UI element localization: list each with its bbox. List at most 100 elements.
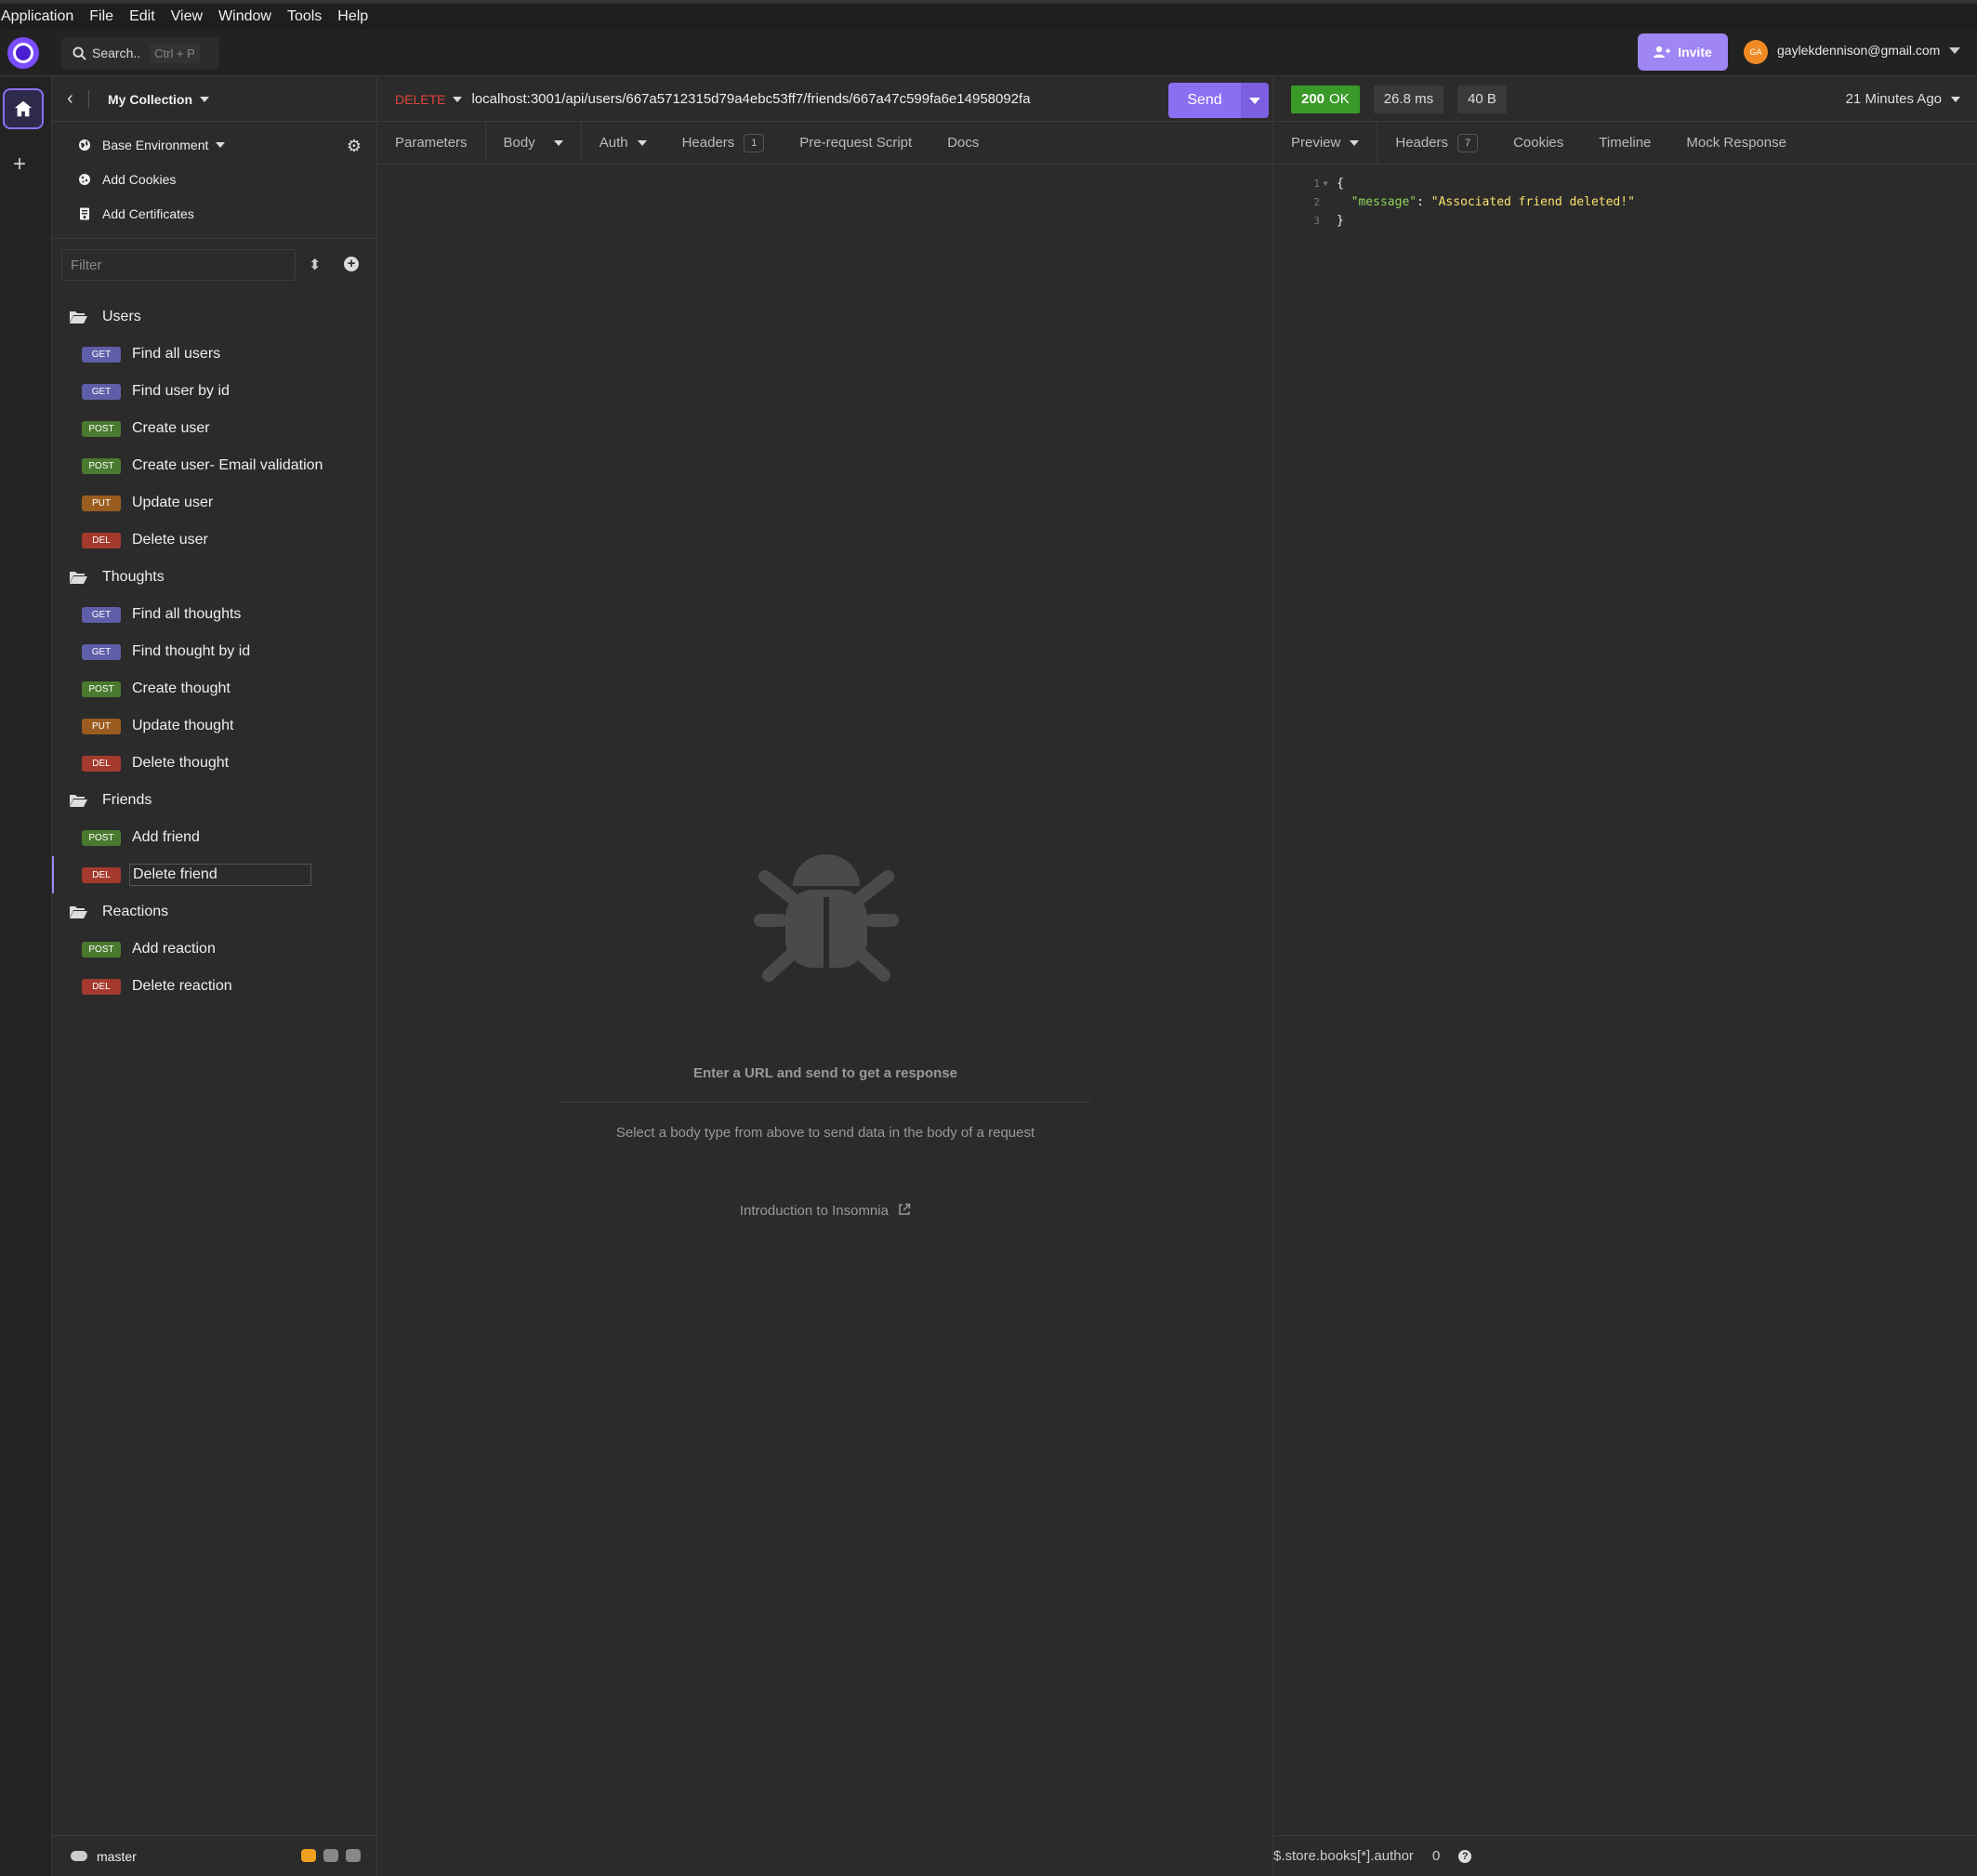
filter-count: 0 bbox=[1431, 1848, 1441, 1864]
fold-arrow-icon[interactable]: ▼ bbox=[1320, 179, 1331, 188]
folder-friends[interactable]: Friends bbox=[52, 782, 376, 819]
add-cookies-button[interactable]: Add Cookies bbox=[52, 162, 376, 196]
tab-timeline[interactable]: Timeline bbox=[1581, 122, 1668, 164]
url-input[interactable]: localhost:3001/api/users/667a5712315d79a… bbox=[471, 91, 1030, 107]
request-label: Find all thoughts bbox=[132, 606, 242, 622]
method-badge: POST bbox=[82, 829, 121, 846]
cloud-download-icon[interactable] bbox=[323, 1849, 338, 1862]
request-item[interactable]: DEL Delete thought bbox=[52, 745, 376, 782]
menu-window[interactable]: Window bbox=[217, 8, 271, 25]
tab-headers[interactable]: Headers 1 bbox=[665, 122, 783, 164]
chevron-down-icon[interactable] bbox=[1949, 47, 1960, 54]
tab-parameters[interactable]: Parameters bbox=[377, 122, 485, 164]
external-link-icon bbox=[899, 1203, 911, 1215]
add-project-icon[interactable]: + bbox=[13, 152, 26, 178]
folder-label: Reactions bbox=[102, 904, 169, 919]
method-label: DELETE bbox=[395, 91, 446, 107]
invite-button[interactable]: Invite bbox=[1638, 33, 1728, 71]
add-certificates-button[interactable]: Add Certificates bbox=[52, 196, 376, 231]
tab-body-label: Body bbox=[503, 135, 535, 151]
status-badge: 200 OK bbox=[1291, 85, 1360, 113]
request-item[interactable]: DEL Delete reaction bbox=[52, 968, 376, 1005]
gear-icon[interactable]: ⚙ bbox=[347, 137, 362, 156]
collection-sidebar: ‹ My Collection Base Environment ⚙ Add C… bbox=[52, 77, 377, 1876]
method-badge: GET bbox=[82, 643, 121, 660]
request-label: Create thought bbox=[132, 680, 231, 696]
request-item[interactable]: PUT Update user bbox=[52, 484, 376, 522]
filter-input[interactable]: Filter bbox=[61, 249, 296, 281]
chevron-down-icon bbox=[637, 139, 647, 146]
request-label: Add reaction bbox=[132, 941, 216, 957]
folder-label: Thoughts bbox=[102, 569, 165, 585]
history-dropdown[interactable]: 21 Minutes Ago bbox=[1846, 91, 1960, 107]
environment-label: Base Environment bbox=[102, 137, 209, 152]
package-icon[interactable] bbox=[301, 1849, 316, 1862]
request-item[interactable]: GET Find all users bbox=[52, 336, 376, 373]
tab-parameters-label: Parameters bbox=[395, 135, 468, 151]
menu-file[interactable]: File bbox=[88, 8, 113, 25]
code-line: 1 ▼ { bbox=[1273, 174, 1977, 192]
method-badge: GET bbox=[82, 606, 121, 623]
search-label: Search.. bbox=[92, 46, 141, 60]
method-badge: POST bbox=[82, 680, 121, 697]
search-button[interactable]: Search.. Ctrl + P bbox=[61, 37, 219, 69]
method-badge: GET bbox=[82, 383, 121, 400]
home-button[interactable] bbox=[3, 88, 44, 129]
send-options-button[interactable] bbox=[1241, 83, 1269, 118]
menu-help[interactable]: Help bbox=[336, 8, 368, 25]
menu-view[interactable]: View bbox=[170, 8, 203, 25]
avatar[interactable]: GA bbox=[1744, 40, 1768, 64]
line-number: 1 bbox=[1313, 177, 1320, 190]
method-dropdown[interactable]: DELETE bbox=[377, 91, 463, 107]
request-item[interactable]: POST Create user- Email validation bbox=[52, 447, 376, 484]
history-label: 21 Minutes Ago bbox=[1845, 91, 1942, 107]
request-item[interactable]: DEL Delete friend bbox=[52, 856, 376, 893]
environment-dropdown[interactable]: Base Environment ⚙ bbox=[52, 127, 376, 162]
request-item[interactable]: GET Find user by id bbox=[52, 373, 376, 410]
folder-reactions[interactable]: Reactions bbox=[52, 893, 376, 931]
response-body-viewer[interactable]: 1 ▼ { 2 "message": "Associated friend de… bbox=[1273, 165, 1977, 230]
sidebar-header: ‹ My Collection bbox=[52, 77, 376, 122]
branch-name: master bbox=[97, 1848, 137, 1864]
menu-application[interactable]: Application bbox=[0, 8, 73, 25]
menu-tools[interactable]: Tools bbox=[286, 8, 322, 25]
user-email[interactable]: gaylekdennison@gmail.com bbox=[1777, 43, 1940, 58]
tab-pre-request-script[interactable]: Pre-request Script bbox=[782, 122, 929, 164]
sort-icon[interactable]: ⬍ bbox=[309, 256, 321, 274]
request-item[interactable]: DEL Delete user bbox=[52, 522, 376, 559]
cloud-upload-icon[interactable] bbox=[346, 1849, 361, 1862]
status-code: 200 bbox=[1301, 91, 1325, 107]
insomnia-logo-icon[interactable] bbox=[7, 37, 39, 69]
folder-thoughts[interactable]: Thoughts bbox=[52, 559, 376, 596]
add-circle-icon[interactable]: + bbox=[344, 257, 359, 271]
request-item[interactable]: POST Create user bbox=[52, 410, 376, 447]
json-separator: : bbox=[1417, 194, 1431, 209]
tab-mock-response[interactable]: Mock Response bbox=[1668, 122, 1804, 164]
help-icon[interactable]: ? bbox=[1458, 1849, 1472, 1863]
send-button[interactable]: Send bbox=[1168, 83, 1241, 118]
send-button-group: Send bbox=[1168, 83, 1269, 118]
method-badge: PUT bbox=[82, 718, 121, 734]
tab-docs[interactable]: Docs bbox=[929, 122, 996, 164]
filter-expression-input[interactable]: $.store.books[*].author bbox=[1273, 1848, 1414, 1864]
tab-auth-label: Auth bbox=[599, 135, 628, 151]
headers-count-badge: 1 bbox=[744, 133, 765, 152]
request-item[interactable]: POST Add friend bbox=[52, 819, 376, 856]
menu-edit[interactable]: Edit bbox=[128, 8, 155, 25]
tab-auth[interactable]: Auth bbox=[582, 122, 665, 164]
request-item[interactable]: GET Find thought by id bbox=[52, 633, 376, 670]
git-branch-footer[interactable]: master bbox=[52, 1835, 377, 1876]
intro-link[interactable]: Introduction to Insomnia bbox=[377, 1203, 1273, 1219]
request-item[interactable]: GET Find all thoughts bbox=[52, 596, 376, 633]
back-chevron-icon[interactable]: ‹ bbox=[52, 89, 89, 109]
tab-response-headers[interactable]: Headers 7 bbox=[1377, 122, 1496, 164]
tab-body[interactable]: Body bbox=[484, 122, 582, 164]
request-item[interactable]: PUT Update thought bbox=[52, 707, 376, 745]
request-item[interactable]: POST Add reaction bbox=[52, 931, 376, 968]
collection-dropdown[interactable]: My Collection bbox=[108, 92, 210, 107]
request-item[interactable]: POST Create thought bbox=[52, 670, 376, 707]
tab-preview[interactable]: Preview bbox=[1273, 122, 1378, 164]
folder-users[interactable]: Users bbox=[52, 298, 376, 336]
request-label: Find all users bbox=[132, 346, 221, 362]
tab-cookies[interactable]: Cookies bbox=[1496, 122, 1581, 164]
